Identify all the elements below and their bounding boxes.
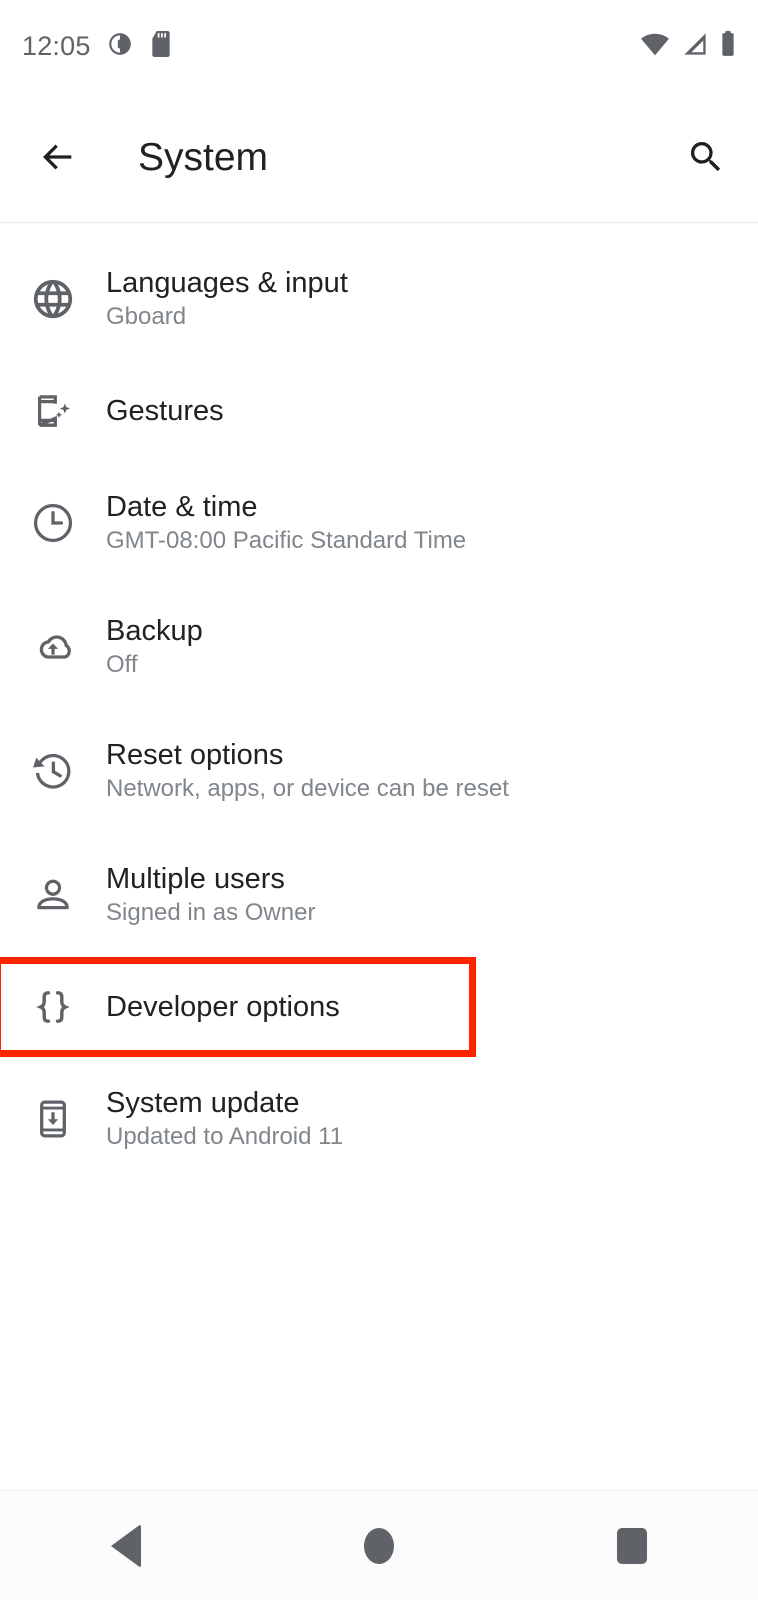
settings-row-subtitle: Updated to Android 11 (106, 1123, 344, 1151)
status-bar-clock: 12:05 (22, 30, 91, 61)
settings-row-subtitle: Off (106, 651, 138, 679)
settings-row-languages-input[interactable]: Languages & input Gboard (0, 237, 758, 361)
settings-row-subtitle: Network, apps, or device can be reset (106, 775, 509, 803)
back-arrow-icon[interactable] (30, 129, 86, 185)
settings-row-date-time[interactable]: Date & time GMT-08:00 Pacific Standard T… (0, 461, 758, 585)
settings-row-text: System update Updated to Android 11 (106, 1086, 343, 1152)
curly-braces-icon (0, 984, 106, 1030)
nav-recents-button[interactable] (505, 1527, 758, 1564)
status-bar-left: 12:05 (22, 30, 173, 62)
settings-row-subtitle: Signed in as Owner (106, 899, 316, 927)
page-title: System (138, 135, 269, 179)
settings-row-title: Date & time (106, 490, 258, 523)
cloud-upload-icon (0, 624, 106, 670)
settings-row-title: Gestures (106, 394, 224, 427)
settings-row-multiple-users[interactable]: Multiple users Signed in as Owner (0, 833, 758, 957)
settings-row-backup[interactable]: Backup Off (0, 585, 758, 709)
settings-row-title: Languages & input (106, 266, 348, 299)
settings-row-system-update[interactable]: System update Updated to Android 11 (0, 1057, 758, 1181)
search-icon[interactable] (678, 129, 734, 185)
settings-list: Languages & input Gboard Gestures Date &… (0, 223, 758, 1181)
settings-row-subtitle: Gboard (106, 303, 187, 331)
settings-row-title: System update (106, 1086, 300, 1119)
sd-card-icon (149, 30, 173, 62)
battery-full-icon (720, 30, 736, 62)
status-bar: 12:05 (0, 0, 758, 92)
settings-row-gestures[interactable]: Gestures (0, 361, 758, 461)
wifi-icon (640, 32, 670, 61)
person-icon (0, 872, 106, 918)
gestures-phone-sparkle-icon (0, 388, 106, 434)
settings-row-text: Backup Off (106, 614, 203, 680)
settings-content: Languages & input Gboard Gestures Date &… (0, 223, 758, 1490)
recents-square-icon (616, 1527, 647, 1564)
back-triangle-icon (111, 1523, 142, 1568)
system-update-phone-icon (0, 1096, 106, 1142)
settings-row-text: Languages & input Gboard (106, 266, 348, 332)
settings-row-text: Developer options (106, 990, 340, 1024)
navigation-bar (0, 1490, 758, 1600)
settings-row-developer-options[interactable]: Developer options (0, 957, 758, 1057)
home-circle-icon (364, 1527, 394, 1564)
settings-row-title: Multiple users (106, 862, 285, 895)
status-bar-right (640, 30, 736, 62)
nav-back-button[interactable] (0, 1523, 253, 1568)
settings-row-text: Reset options Network, apps, or device c… (106, 738, 509, 804)
settings-row-text: Multiple users Signed in as Owner (106, 862, 315, 928)
cellular-signal-icon (682, 32, 708, 61)
settings-row-reset-options[interactable]: Reset options Network, apps, or device c… (0, 709, 758, 833)
app-bar: System (0, 92, 758, 222)
nav-home-button[interactable] (253, 1527, 506, 1564)
settings-row-title: Backup (106, 614, 203, 647)
history-restore-icon (0, 748, 106, 794)
settings-row-text: Gestures (106, 394, 224, 428)
settings-row-text: Date & time GMT-08:00 Pacific Standard T… (106, 490, 466, 556)
contrast-circle-icon (107, 31, 133, 62)
settings-row-subtitle: GMT-08:00 Pacific Standard Time (106, 527, 467, 555)
clock-icon (0, 500, 106, 546)
settings-row-title: Reset options (106, 738, 284, 771)
globe-icon (0, 276, 106, 322)
settings-row-title: Developer options (106, 990, 340, 1023)
